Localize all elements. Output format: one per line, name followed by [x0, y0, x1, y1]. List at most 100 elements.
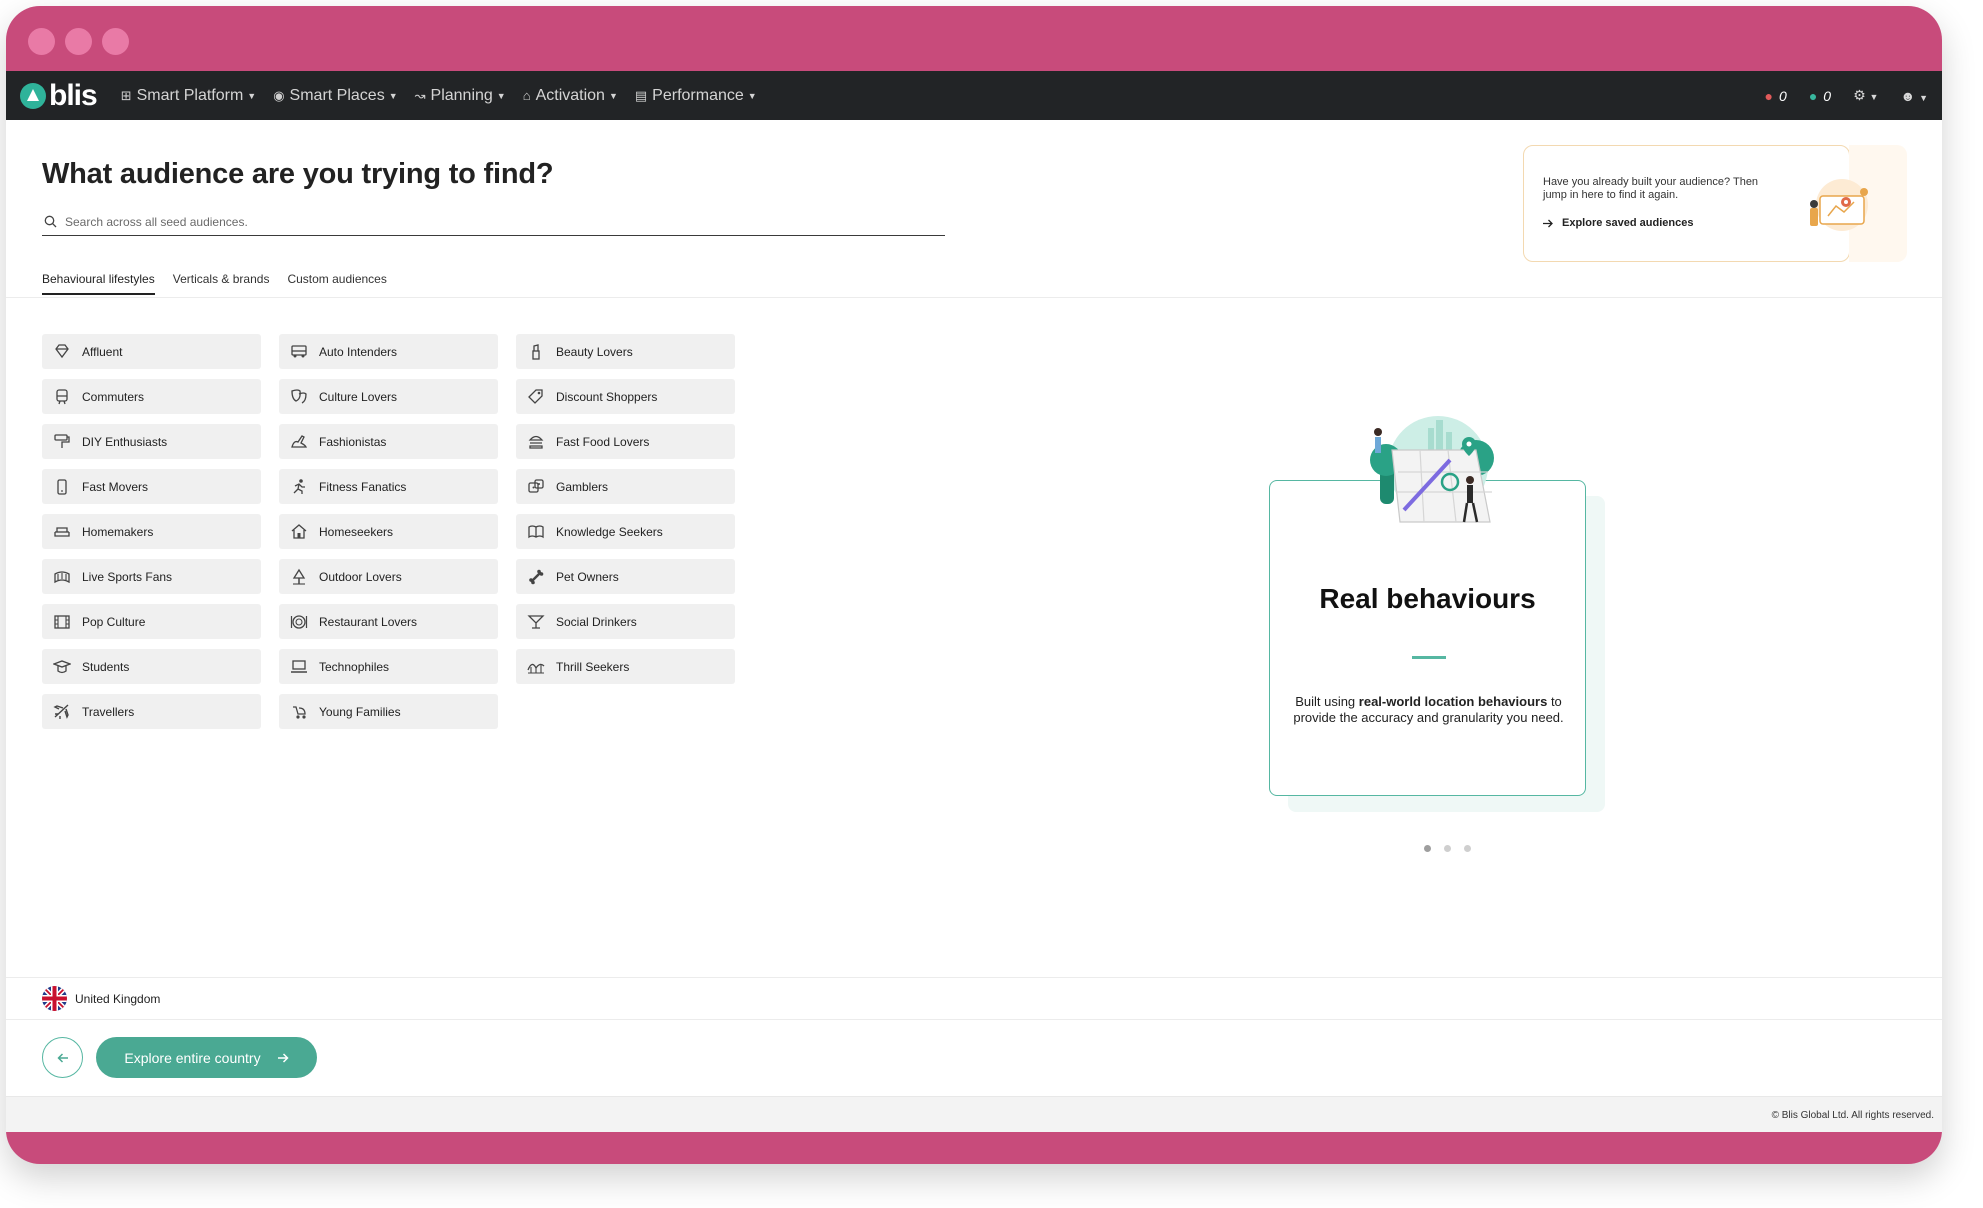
- bar-chart-icon: ▤: [634, 87, 648, 103]
- nav-label: Smart Places: [289, 86, 385, 104]
- audience-chip-young-families[interactable]: Young Families: [279, 694, 498, 729]
- audience-chip-label: Beauty Lovers: [556, 344, 633, 359]
- audience-chip-label: Outdoor Lovers: [319, 569, 402, 584]
- gear-icon: ⚙: [1853, 87, 1866, 103]
- nav-planning[interactable]: ↝ Planning ▼: [415, 87, 506, 105]
- audience-chip-live-sports-fans[interactable]: Live Sports Fans: [42, 559, 261, 594]
- audience-chip-label: Knowledge Seekers: [556, 524, 663, 539]
- back-button[interactable]: [42, 1037, 83, 1078]
- audience-chip-commuters[interactable]: Commuters: [42, 379, 261, 414]
- promo-text-pre: Built using: [1295, 694, 1359, 709]
- audience-chip-social-drinkers[interactable]: Social Drinkers: [516, 604, 735, 639]
- audience-chip-pop-culture[interactable]: Pop Culture: [42, 604, 261, 639]
- blis-logo[interactable]: blis: [20, 80, 98, 111]
- audience-chip-students[interactable]: Students: [42, 649, 261, 684]
- explore-entire-country-button[interactable]: Explore entire country: [96, 1037, 317, 1078]
- audience-chip-technophiles[interactable]: Technophiles: [279, 649, 498, 684]
- browser-window: blis ⊞ Smart Platform ▼ ◉ Smart Places ▼…: [6, 6, 1942, 1164]
- explore-saved-audiences-link[interactable]: Explore saved audiences: [1543, 217, 1693, 229]
- nav-performance[interactable]: ▤ Performance ▼: [635, 87, 757, 105]
- audience-chip-diy-enthusiasts[interactable]: DIY Enthusiasts: [42, 424, 261, 459]
- red-credit-counter[interactable]: ● 0: [1765, 88, 1787, 104]
- audience-chip-gamblers[interactable]: Gamblers: [516, 469, 735, 504]
- country-name[interactable]: United Kingdom: [75, 992, 160, 1006]
- audience-chip-homemakers[interactable]: Homemakers: [42, 514, 261, 549]
- audience-chip-label: Discount Shoppers: [556, 389, 658, 404]
- arrow-right-icon: [1543, 219, 1553, 227]
- tabs-divider: [6, 297, 1942, 298]
- house-icon: [291, 523, 307, 539]
- link-label: Explore saved audiences: [1562, 217, 1694, 229]
- promo-text: Built using real-world location behaviou…: [1290, 694, 1567, 726]
- tab-verticals-brands[interactable]: Verticals & brands: [173, 272, 270, 295]
- carousel-dot-1[interactable]: [1424, 845, 1431, 852]
- drop-teal-icon: ●: [1808, 87, 1818, 104]
- audience-chip-travellers[interactable]: Travellers: [42, 694, 261, 729]
- settings-menu[interactable]: ⚙ ▼: [1853, 87, 1878, 104]
- minimize-window-button[interactable]: [65, 28, 92, 55]
- audience-chip-label: Young Families: [319, 704, 401, 719]
- audience-chip-fast-movers[interactable]: Fast Movers: [42, 469, 261, 504]
- promo-divider: [1412, 656, 1446, 659]
- close-window-button[interactable]: [28, 28, 55, 55]
- audience-chip-outdoor-lovers[interactable]: Outdoor Lovers: [279, 559, 498, 594]
- audience-chip-label: Fitness Fanatics: [319, 479, 407, 494]
- drop-red-icon: ●: [1764, 87, 1774, 104]
- audience-chip-homeseekers[interactable]: Homeseekers: [279, 514, 498, 549]
- user-menu[interactable]: ☻ ▼: [1900, 88, 1928, 104]
- uk-flag-icon: [42, 986, 67, 1011]
- audience-chip-pet-owners[interactable]: Pet Owners: [516, 559, 735, 594]
- audience-chip-knowledge-seekers[interactable]: Knowledge Seekers: [516, 514, 735, 549]
- audience-chip-label: Restaurant Lovers: [319, 614, 418, 629]
- lipstick-icon: [532, 343, 540, 360]
- caret-down-icon: ▼: [1869, 92, 1879, 102]
- film-icon: [54, 614, 70, 629]
- search-input[interactable]: [65, 214, 865, 229]
- nav-smart-platform[interactable]: ⊞ Smart Platform ▼: [121, 87, 257, 105]
- audience-chip-culture-lovers[interactable]: Culture Lovers: [279, 379, 498, 414]
- stroller-icon: [293, 705, 306, 719]
- caret-down-icon: ▼: [747, 90, 757, 101]
- audience-chip-fitness-fanatics[interactable]: Fitness Fanatics: [279, 469, 498, 504]
- carousel-dot-3[interactable]: [1464, 845, 1471, 852]
- tree-icon: [292, 568, 306, 585]
- caret-down-icon: ▼: [608, 90, 618, 101]
- audience-chip-beauty-lovers[interactable]: Beauty Lovers: [516, 334, 735, 369]
- audience-chip-fashionistas[interactable]: Fashionistas: [279, 424, 498, 459]
- audience-chip-affluent[interactable]: Affluent: [42, 334, 261, 369]
- page-footer: © Blis Global Ltd. All rights reserved.: [6, 1096, 1942, 1132]
- audience-chip-auto-intenders[interactable]: Auto Intenders: [279, 334, 498, 369]
- dice-icon: [528, 478, 544, 493]
- counter-value: 0: [1779, 87, 1787, 104]
- button-label: Explore entire country: [124, 1049, 261, 1066]
- audience-chip-label: Auto Intenders: [319, 344, 398, 359]
- tab-custom-audiences[interactable]: Custom audiences: [287, 272, 386, 295]
- audience-search: [42, 208, 945, 236]
- laptop-icon: [291, 659, 307, 673]
- audience-chip-label: Commuters: [82, 389, 145, 404]
- paint-roller-icon: [54, 433, 70, 448]
- audience-chip-label: Fast Movers: [82, 479, 149, 494]
- logo-icon: [20, 82, 46, 109]
- audience-chip-fast-food-lovers[interactable]: Fast Food Lovers: [516, 424, 735, 459]
- saved-audiences-illustration: [1810, 179, 1868, 231]
- nav-activation[interactable]: ⌂ Activation ▼: [523, 87, 618, 105]
- nav-smart-places[interactable]: ◉ Smart Places ▼: [273, 87, 397, 105]
- audience-chip-restaurant-lovers[interactable]: Restaurant Lovers: [279, 604, 498, 639]
- counter-value: 0: [1823, 87, 1832, 104]
- tab-behavioural-lifestyles[interactable]: Behavioural lifestyles: [42, 272, 155, 295]
- graduation-icon: [53, 659, 71, 673]
- stadium-icon: [54, 570, 70, 583]
- audience-chip-label: Gamblers: [556, 479, 609, 494]
- audience-chip-discount-shoppers[interactable]: Discount Shoppers: [516, 379, 735, 414]
- audience-chip-label: Pop Culture: [82, 614, 146, 629]
- audience-chip-thrill-seekers[interactable]: Thrill Seekers: [516, 649, 735, 684]
- nav-right-tools: ● 0 ● 0 ⚙ ▼ ☻ ▼: [1765, 87, 1928, 104]
- shoe-icon: [291, 434, 308, 448]
- maximize-window-button[interactable]: [102, 28, 129, 55]
- teal-credit-counter[interactable]: ● 0: [1809, 88, 1831, 104]
- carousel-dot-2[interactable]: [1444, 845, 1451, 852]
- theatre-masks-icon: [291, 388, 307, 404]
- audience-chip-label: Students: [82, 659, 130, 674]
- burger-icon: [528, 435, 544, 449]
